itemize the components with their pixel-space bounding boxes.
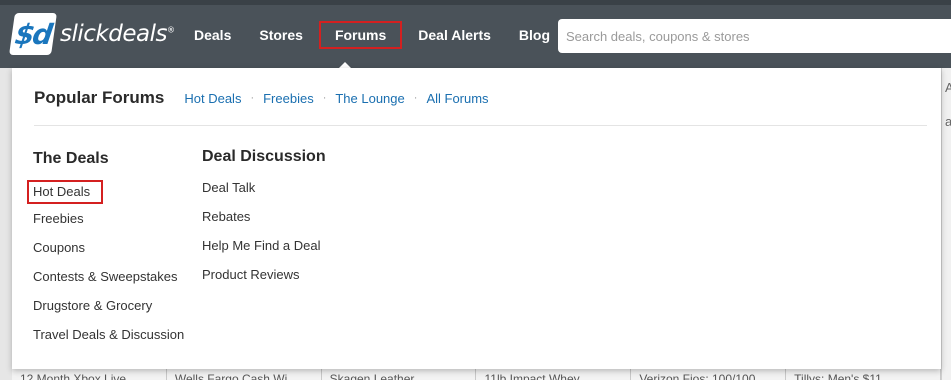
popular-link-hot-deals[interactable]: Hot Deals <box>184 91 241 106</box>
logo-wordmark: slickdeals® <box>60 21 175 47</box>
list-item: Hot Deals <box>27 180 184 209</box>
list-item: Coupons <box>33 238 184 267</box>
header-top-strip <box>0 0 951 5</box>
nav-forums[interactable]: Forums <box>318 21 403 49</box>
nav-stores[interactable]: Stores <box>247 21 315 49</box>
dropdown-divider <box>34 125 927 126</box>
popular-forums: Popular Forums Hot Deals · Freebies · Th… <box>34 88 489 108</box>
background-card[interactable]: Verizon Fios: 100/100 <box>631 369 787 380</box>
popular-forums-links: Hot Deals · Freebies · The Lounge · All … <box>184 91 488 106</box>
forums-dropdown: Popular Forums Hot Deals · Freebies · Th… <box>12 68 941 369</box>
deal-discussion-list: Deal Talk Rebates Help Me Find a Deal Pr… <box>202 178 326 294</box>
search-input[interactable] <box>566 28 943 44</box>
popular-forums-title: Popular Forums <box>34 88 165 107</box>
site-header: $d slickdeals® Deals Stores Forums Deal … <box>0 0 951 68</box>
list-item: Deal Talk <box>202 178 326 207</box>
background-glimpse-text: a <box>945 114 951 129</box>
main-nav: Deals Stores Forums Deal Alerts Blog <box>182 21 566 49</box>
list-item: Rebates <box>202 207 326 236</box>
list-item: Drugstore & Grocery <box>33 296 184 325</box>
the-deals-column: The Deals Hot Deals Freebies Coupons Con… <box>27 150 184 354</box>
slickdeals-logo[interactable]: $d slickdeals® <box>9 13 175 55</box>
forum-link-travel[interactable]: Travel Deals & Discussion <box>33 325 184 345</box>
background-card[interactable]: 11lb Impact Whey <box>476 369 632 380</box>
forum-link-coupons[interactable]: Coupons <box>33 238 85 258</box>
deal-discussion-column: Deal Discussion Deal Talk Rebates Help M… <box>202 148 326 294</box>
list-item: Product Reviews <box>202 265 326 294</box>
logo-mark-icon: $d <box>9 13 57 55</box>
logo-wordmark-text: slickdeals <box>60 21 167 47</box>
background-card[interactable]: Tillys: Men's $11 <box>786 369 941 380</box>
list-item: Freebies <box>33 209 184 238</box>
popular-link-all-forums[interactable]: All Forums <box>426 91 488 106</box>
list-item: Travel Deals & Discussion <box>33 325 184 354</box>
background-right-column: A a <box>941 68 951 380</box>
list-item: Contests & Sweepstakes <box>33 267 184 296</box>
registered-mark: ® <box>166 25 175 35</box>
popular-link-freebies[interactable]: Freebies <box>263 91 314 106</box>
list-item: Help Me Find a Deal <box>202 236 326 265</box>
link-separator: · <box>322 92 327 104</box>
the-deals-list: Hot Deals Freebies Coupons Contests & Sw… <box>27 180 184 354</box>
nav-deal-alerts[interactable]: Deal Alerts <box>406 21 503 49</box>
link-separator: · <box>250 92 255 104</box>
forum-link-product-reviews[interactable]: Product Reviews <box>202 265 300 285</box>
background-card[interactable]: 12 Month Xbox Live <box>12 369 167 380</box>
forum-link-help-me-find[interactable]: Help Me Find a Deal <box>202 236 321 256</box>
forum-link-hot-deals[interactable]: Hot Deals <box>27 180 104 204</box>
forum-link-deal-talk[interactable]: Deal Talk <box>202 178 255 198</box>
background-glimpse-text: A <box>945 80 951 95</box>
forum-link-contests[interactable]: Contests & Sweepstakes <box>33 267 178 287</box>
link-separator: · <box>413 92 418 104</box>
search-box[interactable] <box>558 19 951 53</box>
background-card[interactable]: Wells Fargo Cash Wi <box>167 369 322 380</box>
forum-link-rebates[interactable]: Rebates <box>202 207 250 227</box>
forum-link-drugstore[interactable]: Drugstore & Grocery <box>33 296 152 316</box>
background-deal-cards: 12 Month Xbox Live Wells Fargo Cash Wi S… <box>12 369 941 380</box>
background-card[interactable]: Skagen Leather <box>322 369 477 380</box>
nav-deals[interactable]: Deals <box>182 21 243 49</box>
forum-link-freebies[interactable]: Freebies <box>33 209 84 229</box>
nav-blog[interactable]: Blog <box>507 21 562 49</box>
deal-discussion-heading: Deal Discussion <box>202 148 326 165</box>
popular-link-the-lounge[interactable]: The Lounge <box>335 91 404 106</box>
the-deals-heading: The Deals <box>33 150 109 167</box>
logo-mark-text: $d <box>12 17 54 51</box>
